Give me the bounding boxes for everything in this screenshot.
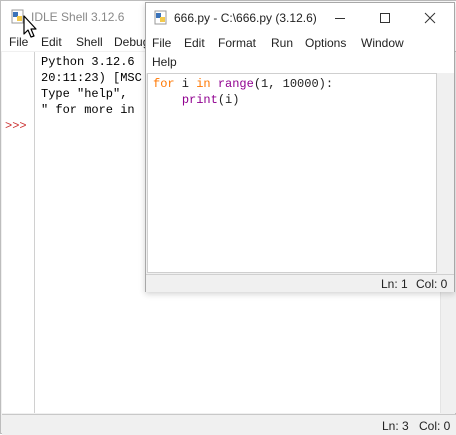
editor-menu-file[interactable]: File <box>152 36 171 50</box>
builtin-range: range <box>217 77 254 91</box>
editor-text-area[interactable]: for i in range(1, 10000): print(i) <box>147 73 437 273</box>
editor-menu-edit[interactable]: Edit <box>184 36 205 50</box>
builtin-print: print <box>181 93 218 107</box>
minimize-icon <box>335 18 345 19</box>
editor-scrollbar[interactable] <box>437 73 453 273</box>
shell-output-line: Python 3.12.6 <box>41 55 135 69</box>
code-line-1: for i in range(1, 10000): <box>153 77 333 91</box>
code-line-2: print(i) <box>153 93 240 107</box>
editor-window: 666.py - C:\666.py (3.12.6) File Edit Fo… <box>145 2 455 292</box>
close-icon <box>424 12 436 24</box>
shell-prompt-gutter <box>2 52 35 413</box>
shell-menu-edit[interactable]: Edit <box>41 35 62 49</box>
shell-status-line: Ln: 3 <box>382 419 409 433</box>
python-idle-icon <box>154 10 167 25</box>
minimize-button[interactable] <box>317 3 363 33</box>
editor-menu-run[interactable]: Run <box>271 36 293 50</box>
code-text: i <box>174 77 197 91</box>
code-text: (1, 10000): <box>253 77 334 91</box>
editor-title: 666.py - C:\666.py (3.12.6) <box>174 11 317 25</box>
shell-statusbar: Ln: 3 Col: 0 <box>2 414 456 435</box>
editor-menu-options[interactable]: Options <box>305 36 346 50</box>
editor-menu-format[interactable]: Format <box>218 36 256 50</box>
shell-title: IDLE Shell 3.12.6 <box>31 10 125 24</box>
maximize-icon <box>380 13 390 23</box>
keyword-in: in <box>196 77 211 91</box>
maximize-button[interactable] <box>362 3 408 33</box>
code-text: (i) <box>217 93 240 107</box>
editor-status-line: Ln: 1 <box>381 277 408 291</box>
shell-menu-shell[interactable]: Shell <box>76 35 103 49</box>
editor-titlebar[interactable]: 666.py - C:\666.py (3.12.6) <box>146 3 454 33</box>
editor-statusbar: Ln: 1 Col: 0 <box>146 274 454 292</box>
close-button[interactable] <box>407 3 453 33</box>
shell-output-line: " for more in <box>41 103 135 117</box>
shell-prompt: >>> <box>5 119 27 133</box>
shell-status-col: Col: 0 <box>419 419 451 433</box>
editor-menu-window[interactable]: Window <box>361 36 404 50</box>
mouse-pointer-icon <box>23 15 37 38</box>
editor-menubar: File Edit Format Run Options Window Help <box>146 33 454 73</box>
shell-output-line: 20:11:23) [MSC <box>41 71 142 85</box>
editor-status-col: Col: 0 <box>416 277 448 291</box>
editor-menu-help[interactable]: Help <box>152 55 177 69</box>
keyword-for: for <box>153 77 175 91</box>
shell-output-line: Type "help", <box>41 87 128 101</box>
